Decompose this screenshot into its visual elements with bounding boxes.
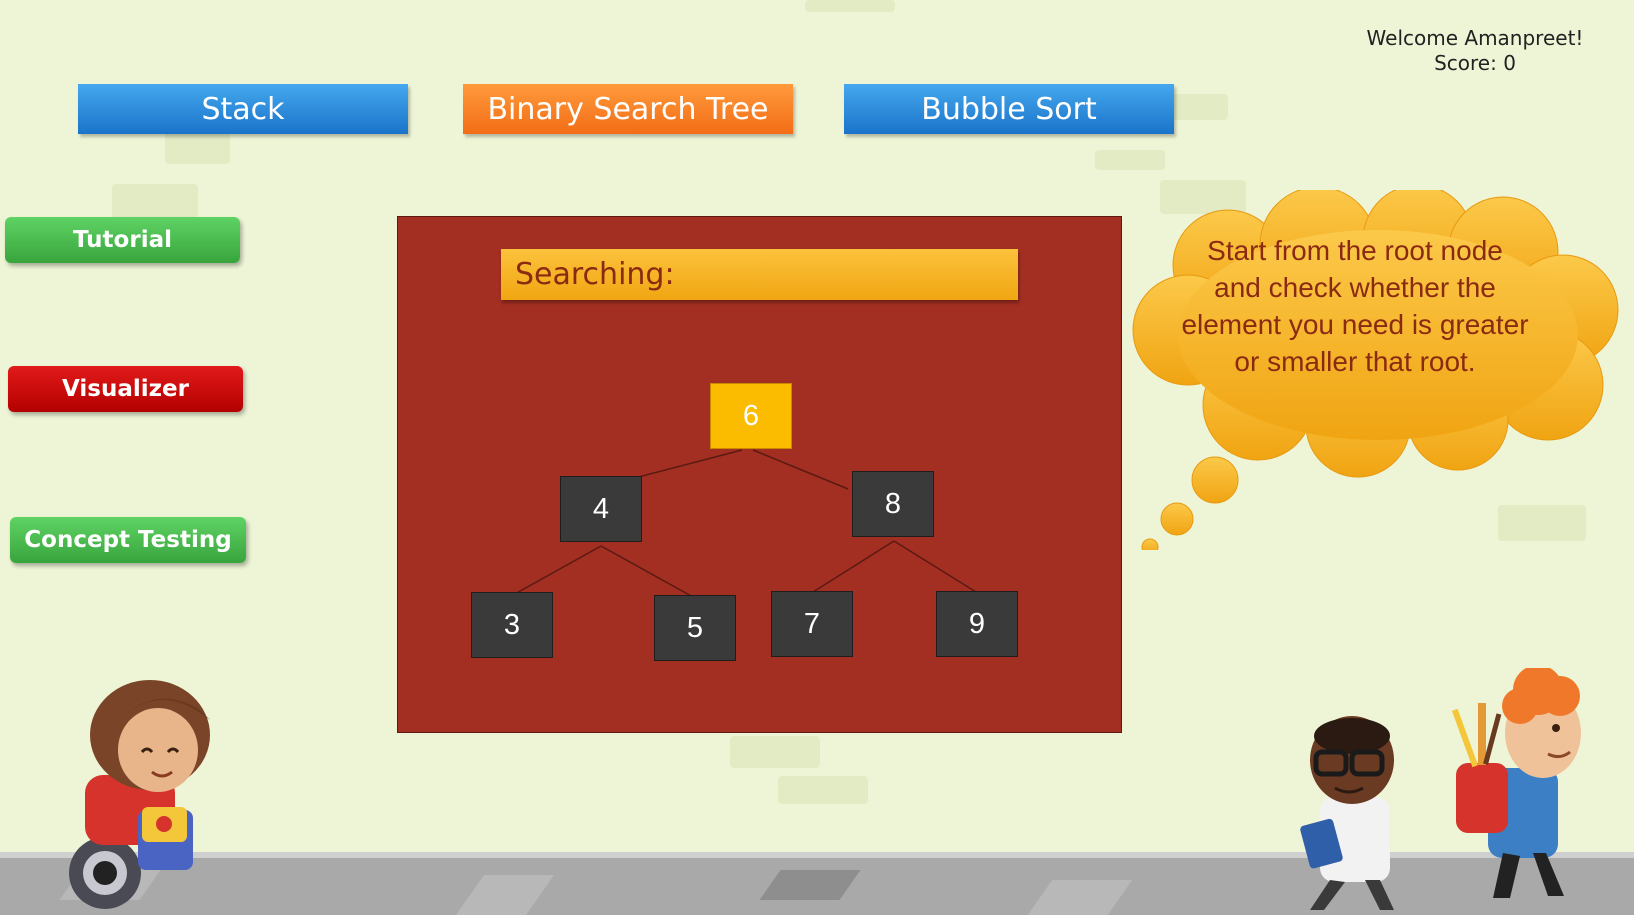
visualizer-button[interactable]: Visualizer (8, 366, 243, 412)
score-text: Score: 0 (1434, 51, 1516, 75)
welcome-text: Welcome Amanpreet! (1366, 26, 1584, 50)
edge-8-7 (812, 540, 895, 593)
edge-4-3 (512, 545, 602, 596)
tree-node-root[interactable]: 6 (710, 383, 792, 449)
background-brick (805, 0, 895, 12)
girl-wheelchair-illustration (69, 680, 210, 909)
background-brick (112, 184, 198, 218)
tree-node-right-left[interactable]: 7 (771, 591, 853, 657)
bst-visualizer-panel: Searching: 6 4 8 3 5 7 9 (397, 216, 1122, 733)
tab-binary-search-tree[interactable]: Binary Search Tree (463, 84, 793, 134)
tree-node-left-right[interactable]: 5 (654, 595, 736, 661)
background-brick (1095, 150, 1165, 170)
boy-backpack-illustration (1451, 668, 1581, 898)
tree-node-right-right[interactable]: 9 (936, 591, 1018, 657)
hint-text: Start from the root node and check wheth… (1181, 235, 1529, 377)
edge-8-9 (893, 540, 977, 593)
edge-4-5 (600, 545, 694, 598)
background-brick (778, 776, 868, 804)
edge-6-8 (752, 449, 849, 490)
concept-testing-button[interactable]: Concept Testing (10, 517, 246, 563)
tree-node-right[interactable]: 8 (852, 471, 934, 537)
tree-node-left[interactable]: 4 (560, 476, 642, 542)
boy-glasses-illustration (1300, 716, 1394, 910)
tab-bubble-sort[interactable]: Bubble Sort (844, 84, 1174, 134)
tab-stack[interactable]: Stack (78, 84, 408, 134)
background-brick (730, 736, 820, 768)
user-info: Welcome Amanpreet! Score: 0 (1360, 26, 1590, 76)
tutorial-button[interactable]: Tutorial (5, 217, 240, 263)
tree-node-left-left[interactable]: 3 (471, 592, 553, 658)
